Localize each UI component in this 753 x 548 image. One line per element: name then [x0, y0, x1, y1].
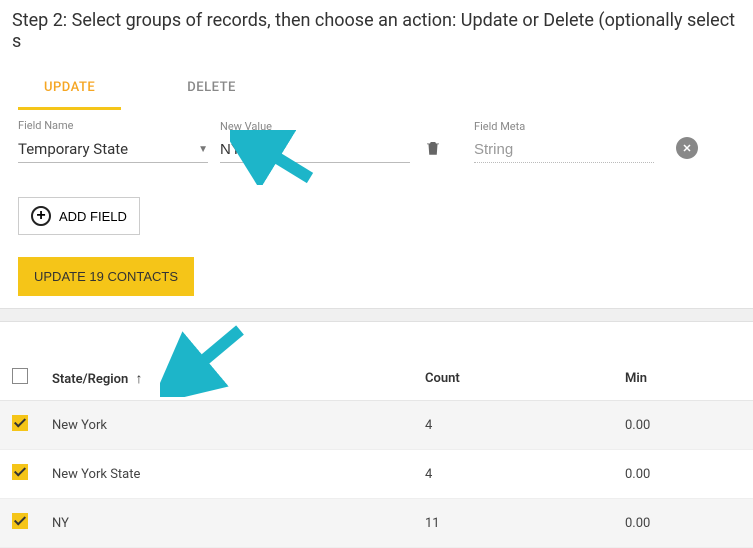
action-tabs: UPDATE DELETE — [18, 66, 735, 111]
sort-asc-icon: ↑ — [135, 371, 142, 387]
col-count[interactable]: Count — [413, 356, 613, 401]
col-state-region[interactable]: State/Region ↑ — [40, 356, 413, 401]
col-min[interactable]: Min — [613, 356, 753, 401]
cell-region: New York — [40, 401, 413, 450]
table-row: New York40.00 — [0, 401, 753, 450]
new-value-label: New Value — [220, 120, 410, 133]
field-name-select[interactable]: Temporary State ▼ — [18, 136, 208, 163]
chevron-down-icon: ▼ — [198, 144, 208, 155]
cell-region: New York State — [40, 450, 413, 499]
cell-count: 11 — [413, 499, 613, 548]
cell-count: 4 — [413, 401, 613, 450]
add-field-button[interactable]: + ADD FIELD — [18, 197, 140, 235]
trash-icon — [424, 139, 442, 157]
step-header: Step 2: Select groups of records, then c… — [0, 0, 753, 66]
cell-count: 4 — [413, 450, 613, 499]
table-row: NY110.00 — [0, 499, 753, 548]
cell-min: 0.00 — [613, 450, 753, 499]
row-checkbox[interactable] — [12, 464, 28, 480]
tab-delete[interactable]: DELETE — [161, 66, 262, 110]
cell-min: 0.00 — [613, 499, 753, 548]
close-icon — [681, 142, 693, 154]
section-divider — [0, 308, 753, 322]
field-row: Field Name Temporary State ▼ New Value F… — [18, 119, 735, 163]
row-checkbox[interactable] — [12, 415, 28, 431]
clear-field-button[interactable] — [676, 137, 698, 159]
field-name-value: Temporary State — [18, 140, 128, 158]
field-meta-input[interactable] — [474, 137, 654, 163]
field-meta-label: Field Meta — [474, 120, 654, 133]
cell-region: NY — [40, 499, 413, 548]
plus-icon: + — [31, 206, 51, 226]
tab-update[interactable]: UPDATE — [18, 66, 121, 110]
table-row: New York State40.00 — [0, 450, 753, 499]
field-name-label: Field Name — [18, 119, 208, 132]
new-value-input[interactable] — [220, 137, 410, 163]
col-state-region-label: State/Region — [52, 372, 128, 387]
select-all-checkbox[interactable] — [12, 368, 28, 384]
row-checkbox[interactable] — [12, 513, 28, 529]
update-contacts-button[interactable]: UPDATE 19 CONTACTS — [18, 257, 194, 296]
delete-field-button[interactable] — [422, 137, 444, 159]
cell-min: 0.00 — [613, 401, 753, 450]
add-field-label: ADD FIELD — [59, 209, 127, 224]
records-table: State/Region ↑ Count Min New York40.00Ne… — [0, 356, 753, 548]
